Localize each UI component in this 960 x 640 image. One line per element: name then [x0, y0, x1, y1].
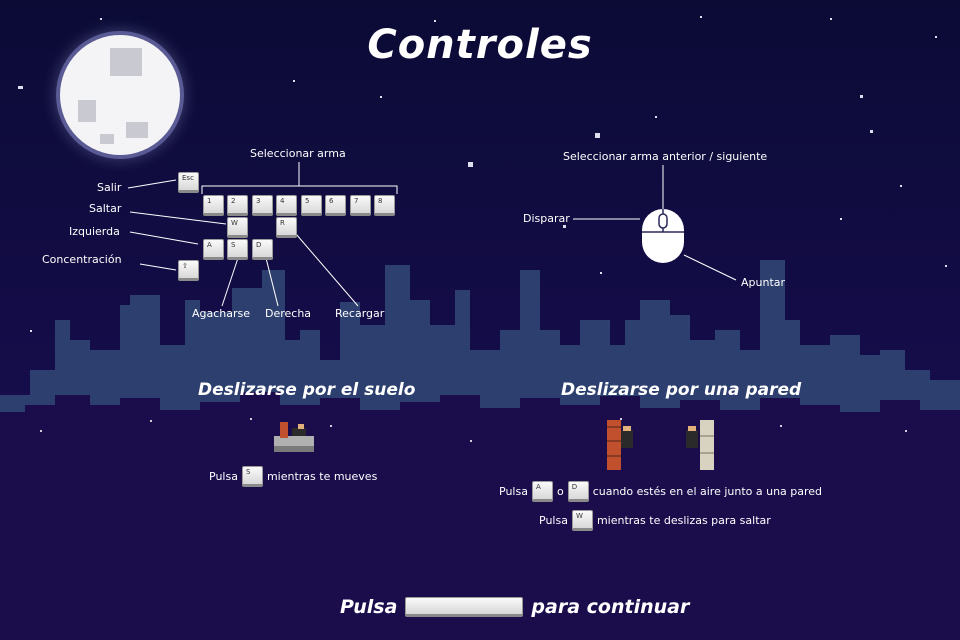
- wall-slide-key-a: A: [531, 481, 553, 502]
- key-esc: Esc: [178, 172, 199, 193]
- key-s: S: [227, 239, 248, 260]
- floor-slide-while-moving: mientras te mueves: [266, 470, 378, 483]
- key-4: 4: [276, 195, 297, 216]
- key-2: 2: [227, 195, 248, 216]
- key-shift: ⇧: [178, 260, 199, 281]
- label-exit: Salir: [97, 181, 122, 194]
- wall-slide-rest-2: mientras te deslizas para saltar: [596, 514, 771, 527]
- spacebar-key[interactable]: [405, 597, 524, 617]
- label-select-weapon: Seleccionar arma: [250, 147, 346, 160]
- wall-slide-or: o: [556, 485, 564, 498]
- night-city-background: [0, 0, 960, 640]
- label-focus: Concentración: [42, 253, 122, 266]
- key-3: 3: [252, 195, 273, 216]
- label-left: Izquierda: [69, 225, 120, 238]
- mouse-icon: [642, 209, 684, 263]
- continue-prompt[interactable]: Pulsa para continuar: [340, 596, 689, 618]
- floor-slide-key-s: S: [241, 466, 263, 487]
- label-reload: Recargar: [335, 307, 385, 320]
- continue-text: para continuar: [531, 596, 690, 618]
- wall-slide-instruction-2: Pulsa W mientras te deslizas para saltar: [539, 510, 771, 531]
- key-r: R: [276, 217, 297, 238]
- wall-slide-rest-1: cuando estés en el aire junto a una pare…: [592, 485, 823, 498]
- floor-slide-instruction: Pulsa S mientras te mueves: [209, 466, 377, 487]
- label-right: Derecha: [265, 307, 312, 320]
- key-d: D: [252, 239, 273, 260]
- page-title: Controles: [367, 22, 593, 68]
- wall-slide-instruction-1: Pulsa A o D cuando estés en el aire junt…: [499, 481, 822, 502]
- wall-slide-heading: Deslizarse por una pared: [561, 380, 802, 400]
- label-shoot: Disparar: [523, 212, 570, 225]
- key-w: W: [227, 217, 248, 238]
- label-crouch: Agacharse: [192, 307, 251, 320]
- label-prev-next-weapon: Seleccionar arma anterior / siguiente: [563, 150, 768, 163]
- key-8: 8: [374, 195, 395, 216]
- label-aim: Apuntar: [741, 276, 786, 289]
- key-7: 7: [350, 195, 371, 216]
- key-6: 6: [325, 195, 346, 216]
- wall-slide-key-w: W: [571, 510, 593, 531]
- wall-slide-press-1: Pulsa: [499, 485, 528, 498]
- key-5: 5: [301, 195, 322, 216]
- wall-slide-key-d: D: [567, 481, 589, 502]
- wall-slide-press-2: Pulsa: [539, 514, 568, 527]
- label-jump: Saltar: [89, 202, 122, 215]
- floor-slide-heading: Deslizarse por el suelo: [198, 380, 416, 400]
- continue-press: Pulsa: [340, 596, 398, 618]
- key-1: 1: [203, 195, 224, 216]
- key-a: A: [203, 239, 224, 260]
- floor-slide-press: Pulsa: [209, 470, 238, 483]
